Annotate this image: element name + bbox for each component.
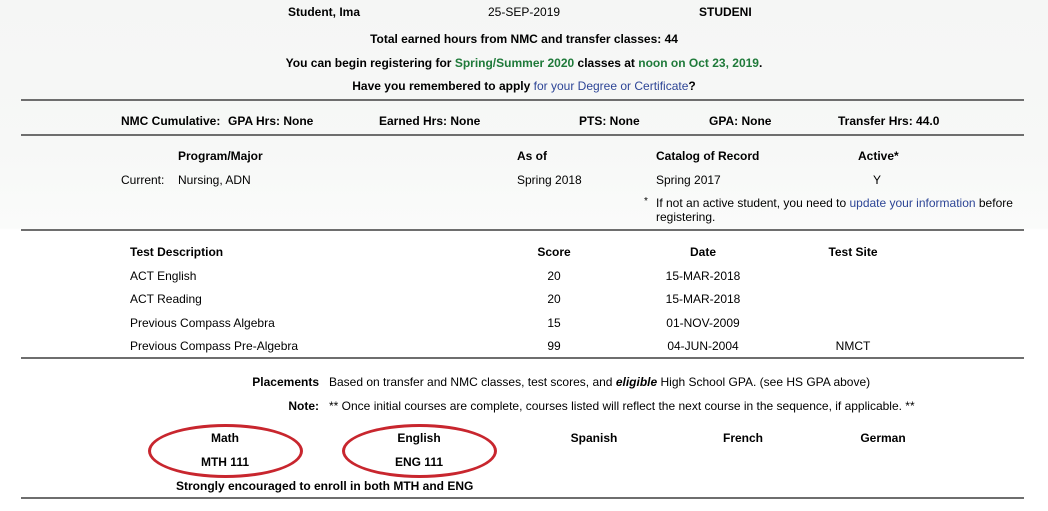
active-header: Active* (858, 149, 899, 163)
current-program: Nursing, ADN (178, 173, 251, 187)
placements-label: Placements (252, 375, 319, 389)
points: PTS: None (579, 114, 640, 128)
test-description: ACT Reading (130, 292, 202, 306)
current-as-of: Spring 2018 (517, 173, 582, 187)
divider (21, 229, 1024, 231)
apply-degree-link[interactable]: for your Degree or Certificate (534, 79, 689, 93)
test-score: 20 (547, 269, 561, 283)
test-description: Previous Compass Algebra (130, 316, 275, 330)
test-description: Previous Compass Pre-Algebra (130, 339, 299, 353)
active-note-line2: registering. (656, 210, 716, 224)
active-note: If not an active student, you need to up… (656, 196, 1013, 224)
current-active: Y (873, 173, 882, 187)
registration-suffix: . (758, 56, 763, 70)
test-site-header: Test Site (828, 245, 878, 259)
student-username: STUDENI (699, 5, 752, 19)
registration-middle: classes at (574, 56, 639, 70)
test-score: 20 (547, 292, 561, 306)
test-description-header: Test Description (130, 245, 224, 259)
update-information-link[interactable]: update your information (849, 196, 975, 210)
placements-text-emphasis: eligible (615, 375, 658, 389)
cumulative-label: NMC Cumulative: (121, 114, 221, 128)
divider (21, 357, 1024, 359)
program-major-header: Program/Major (178, 149, 263, 163)
test-date: 15-MAR-2018 (665, 292, 741, 306)
placements-description: Based on transfer and NMC classes, test … (329, 375, 870, 389)
student-name: Student, Ima (288, 5, 361, 19)
placements-note: ** Once initial courses are complete, co… (329, 399, 915, 413)
earned-hours: Earned Hrs: None (379, 114, 481, 128)
date-header: Date (689, 245, 716, 259)
subject-name: German (860, 431, 906, 445)
test-score: 15 (547, 316, 561, 330)
test-date: 04-JUN-2004 (667, 339, 739, 353)
degree-prefix: Have you remembered to apply (352, 79, 534, 93)
subject-course: ENG 111 (394, 455, 444, 469)
current-date: 25-SEP-2019 (488, 5, 561, 19)
transfer-hours: Transfer Hrs: 44.0 (838, 114, 940, 128)
note-asterisk: * (644, 196, 648, 207)
divider (21, 134, 1024, 136)
test-score: 99 (547, 339, 561, 353)
degree-suffix: ? (688, 79, 696, 93)
registration-time: noon on Oct 23, 2019 (638, 56, 759, 70)
subject-course: MTH 111 (200, 455, 250, 469)
current-label: Current: (121, 173, 165, 187)
test-date: 01-NOV-2009 (666, 316, 740, 330)
test-site: NMCT (835, 339, 871, 353)
registration-prefix: You can begin registering for (285, 56, 455, 70)
active-note-prefix: If not an active student, you need to (656, 196, 850, 210)
total-earned-hours: Total earned hours from NMC and transfer… (370, 32, 678, 46)
score-header: Score (537, 245, 571, 259)
subject-name: Spanish (570, 431, 618, 445)
test-date: 15-MAR-2018 (665, 269, 741, 283)
registration-notice: You can begin registering for Spring/Sum… (0, 56, 1048, 70)
registration-term: Spring/Summer 2020 (454, 56, 575, 70)
divider (21, 497, 1024, 499)
subject-name: English (397, 431, 441, 445)
subject-name: French (722, 431, 763, 445)
catalog-header: Catalog of Record (656, 149, 760, 163)
enrollment-encouragement: Strongly encouraged to enroll in both MT… (176, 479, 474, 493)
current-catalog: Spring 2017 (656, 173, 721, 187)
test-description: ACT English (130, 269, 197, 283)
gpa-hours: GPA Hrs: None (228, 114, 314, 128)
placements-text-prefix: Based on transfer and NMC classes, test … (329, 375, 616, 389)
subject-name: Math (211, 431, 239, 445)
placements-text-suffix: High School GPA. (see HS GPA above) (657, 375, 871, 389)
divider (21, 99, 1024, 101)
gpa: GPA: None (709, 114, 772, 128)
note-label: Note: (288, 399, 319, 413)
active-note-suffix: before (975, 196, 1013, 210)
as-of-header: As of (517, 149, 547, 163)
degree-reminder: Have you remembered to apply for your De… (0, 79, 1048, 93)
